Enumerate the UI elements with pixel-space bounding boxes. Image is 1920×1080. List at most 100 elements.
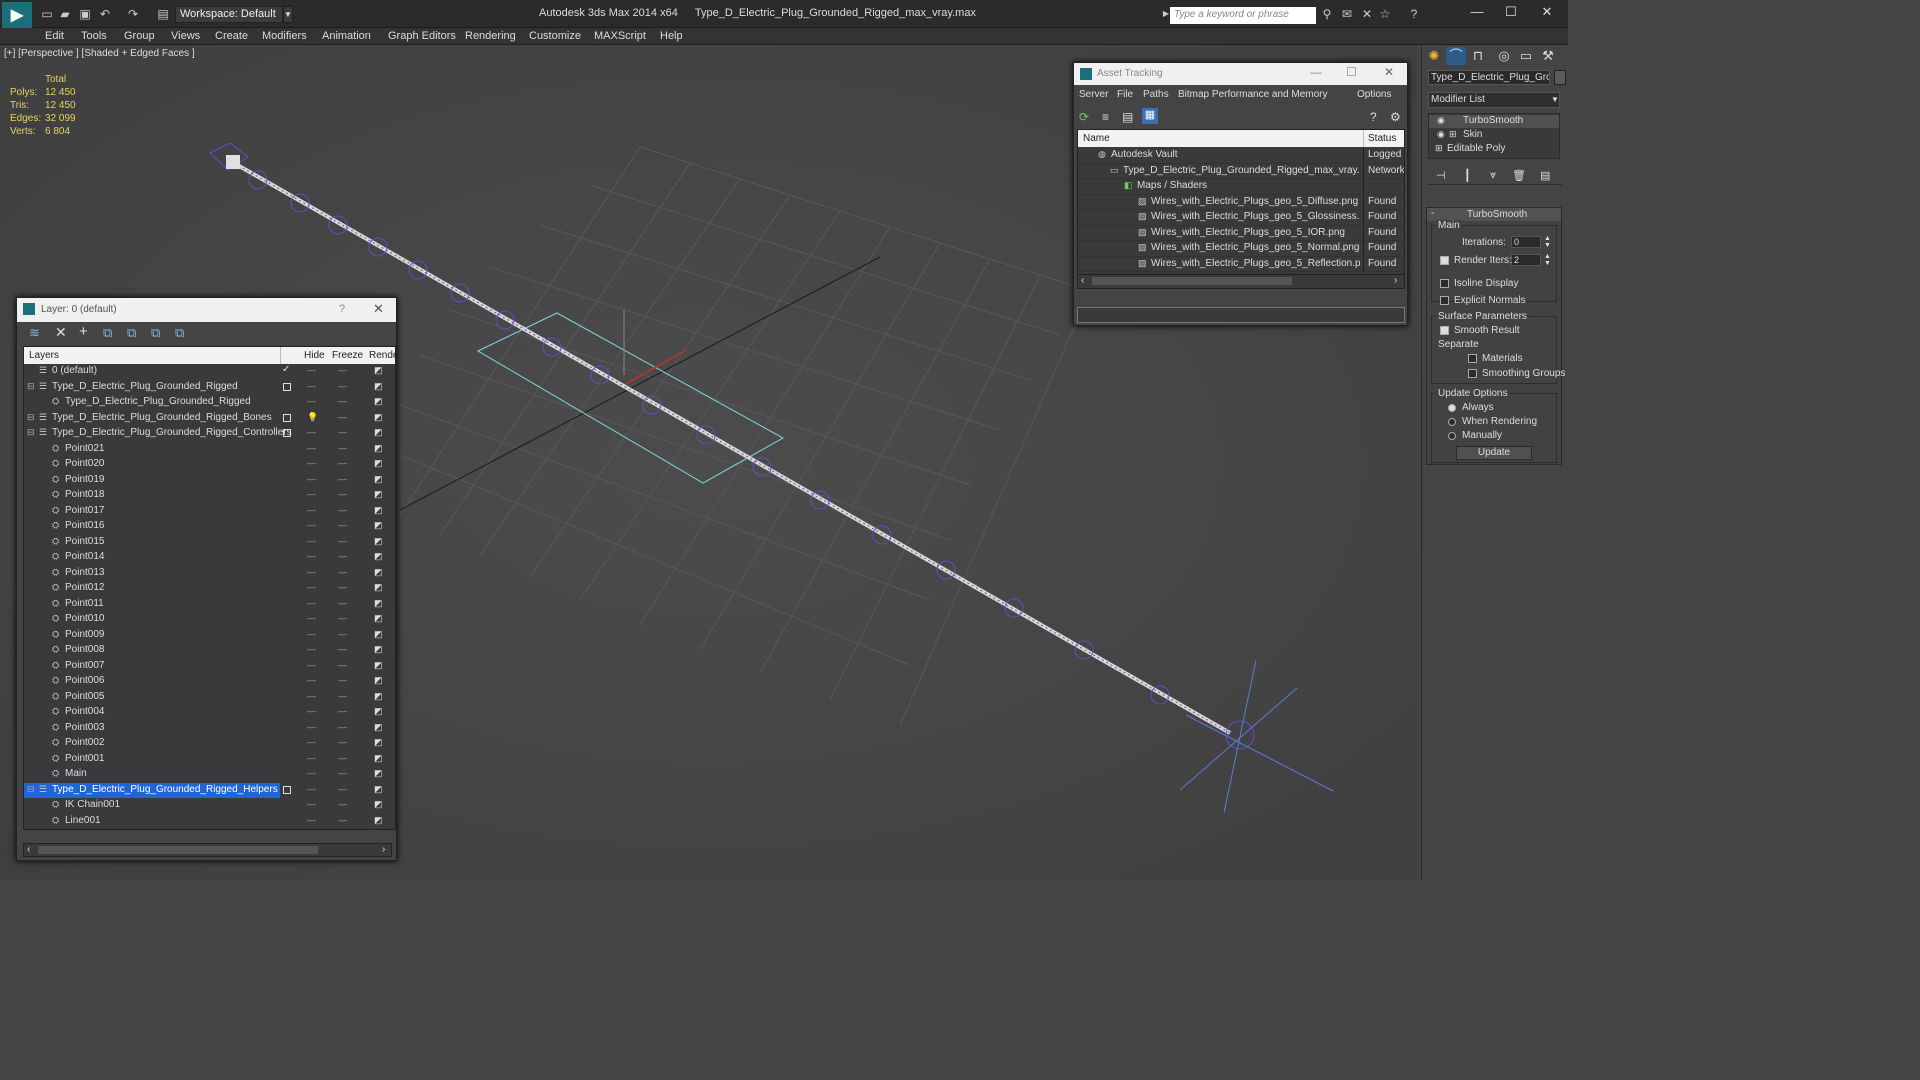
save-icon[interactable]: ▣ [78, 7, 92, 21]
column-name[interactable]: Name [1083, 133, 1110, 144]
help-icon[interactable]: ? [1407, 7, 1421, 21]
motion-tab-icon[interactable]: ◎ [1494, 47, 1514, 65]
close-button[interactable]: ✕ [1384, 65, 1394, 79]
menu-group[interactable]: Group [124, 28, 155, 45]
render-iters-spinner[interactable]: 2 [1511, 254, 1541, 266]
layer-list[interactable]: Layers Hide Freeze Rende ☰ 0 (default) ✓ ––… [23, 346, 396, 830]
render-teapot-icon[interactable]: ◩ [374, 660, 383, 671]
render-iters-checkbox[interactable] [1440, 256, 1449, 265]
lightbulb-icon[interactable]: ◉ [1437, 115, 1445, 126]
layer-row[interactable]: ⛭ Line001 –– –– ◩ [24, 814, 395, 830]
asset-row[interactable]: ▨ Wires_with_Electric_Plugs_geo_5_Reflect… [1078, 256, 1404, 272]
pin-stack-icon[interactable]: ⊣ [1436, 169, 1446, 182]
minimize-button[interactable]: — [1462, 4, 1492, 22]
freeze-toggle[interactable]: –– [338, 520, 347, 530]
freeze-toggle[interactable]: –– [338, 551, 347, 561]
render-teapot-icon[interactable]: ◩ [374, 613, 383, 624]
hide-toggle[interactable]: –– [307, 706, 316, 716]
refresh-icon[interactable]: ⟳ [1079, 110, 1089, 124]
layer-row[interactable]: ⛭ Point004 –– –– ◩ [24, 705, 395, 721]
menu-graph-editors[interactable]: Graph Editors [388, 28, 456, 45]
render-teapot-icon[interactable]: ◩ [374, 443, 383, 454]
asset-row[interactable]: ▭ Type_D_Electric_Plug_Grounded_Rigged_ma… [1078, 163, 1404, 179]
close-button[interactable]: ✕ [1532, 4, 1562, 22]
hide-toggle[interactable]: –– [307, 598, 316, 608]
render-teapot-icon[interactable]: ◩ [374, 706, 383, 717]
set-current-layer-box[interactable] [283, 429, 291, 437]
hide-toggle[interactable]: –– [307, 443, 316, 453]
column-status[interactable]: Status [1368, 133, 1396, 144]
column-freeze[interactable]: Freeze [332, 350, 363, 361]
update-button[interactable]: Update [1456, 446, 1532, 460]
layer-row[interactable]: ⛭ Type_D_Electric_Plug_Grounded_Rigged –– –… [24, 395, 395, 411]
asset-row[interactable]: ▨ Wires_with_Electric_Plugs_geo_5_IOR.png… [1078, 225, 1404, 241]
render-teapot-icon[interactable]: ◩ [374, 722, 383, 733]
chevron-down-icon[interactable]: ▼ [283, 6, 293, 23]
menu-modifiers[interactable]: Modifiers [262, 28, 307, 45]
smooth-result-checkbox[interactable] [1440, 326, 1449, 335]
hide-toggle[interactable]: –– [307, 474, 316, 484]
layer-row[interactable]: ⛭ Point014 –– –– ◩ [24, 550, 395, 566]
set-current-layer-box[interactable] [283, 413, 291, 422]
render-teapot-icon[interactable]: ◩ [374, 427, 383, 438]
collapse-icon[interactable]: ⊟ [27, 784, 35, 795]
modifier-stack[interactable]: ◉ TurboSmooth ◉ ⊞ Skin ⊞ Editable Poly [1428, 113, 1560, 159]
render-teapot-icon[interactable]: ◩ [374, 598, 383, 609]
create-tab-icon[interactable]: ✺ [1424, 47, 1444, 65]
always-radio[interactable] [1448, 404, 1456, 412]
layer-row[interactable]: ⊟ ☰ Type_D_Electric_Plug_Grounded_Rigged_H… [24, 782, 383, 798]
render-teapot-icon[interactable]: ◩ [374, 520, 383, 531]
asset-list[interactable]: Name Status ◍ Autodesk Vault Logged C ▭ Type… [1077, 129, 1405, 289]
explicit-normals-checkbox[interactable] [1440, 296, 1449, 305]
render-teapot-icon[interactable]: ◩ [374, 753, 383, 764]
maximize-button[interactable]: ☐ [1346, 65, 1357, 79]
hide-toggle[interactable]: –– [307, 768, 316, 778]
lightbulb-icon[interactable]: ◉ [1437, 129, 1445, 140]
set-current-layer-box[interactable] [283, 785, 291, 794]
select-objects-icon[interactable]: ⧉ [103, 325, 112, 341]
hide-toggle[interactable]: –– [307, 660, 316, 670]
menu-tools[interactable]: Tools [81, 28, 107, 45]
maximize-button[interactable]: ☐ [1496, 4, 1526, 22]
expand-icon[interactable]: ⊞ [1435, 143, 1443, 154]
collapse-icon[interactable]: ⊟ [27, 381, 35, 392]
hide-toggle[interactable]: –– [307, 722, 316, 732]
render-teapot-icon[interactable]: ◩ [374, 551, 383, 562]
freeze-toggle[interactable]: –– [338, 629, 347, 639]
object-name-field[interactable]: Type_D_Electric_Plug_Grounde [1428, 70, 1550, 85]
layer-row[interactable]: ⊟ ☰ Type_D_Electric_Plug_Grounded_Rigged_C… [24, 426, 395, 442]
layer-row[interactable]: ⛭ Point002 –– –– ◩ [24, 736, 395, 752]
undo-icon[interactable]: ↶ [98, 7, 112, 21]
layer-row[interactable]: ⛭ Point012 –– –– ◩ [24, 581, 395, 597]
layer-row[interactable]: ⛭ Point016 –– –– ◩ [24, 519, 395, 535]
hide-toggle[interactable]: –– [307, 815, 316, 825]
layer-row[interactable]: ⛭ Point019 –– –– ◩ [24, 473, 395, 489]
favorites-star-icon[interactable]: ☆ [1378, 7, 1392, 21]
hide-toggle[interactable]: –– [307, 799, 316, 809]
render-teapot-icon[interactable]: ◩ [374, 396, 383, 407]
hide-toggle[interactable]: –– [307, 629, 316, 639]
layer-row[interactable]: ⛭ Main –– –– ◩ [24, 767, 395, 783]
scroll-right-icon[interactable]: › [382, 844, 385, 855]
menu-customize[interactable]: Customize [529, 28, 581, 45]
hide-toggle[interactable]: –– [307, 691, 316, 701]
freeze-toggle[interactable]: –– [338, 784, 347, 794]
freeze-toggle[interactable]: –– [338, 443, 347, 453]
freeze-toggle[interactable]: –– [338, 815, 347, 825]
hide-toggle[interactable]: –– [307, 458, 316, 468]
freeze-toggle[interactable]: –– [338, 567, 347, 577]
render-teapot-icon[interactable]: ◩ [374, 675, 383, 686]
asset-menu-server[interactable]: Server [1079, 89, 1108, 100]
freeze-toggle[interactable]: –– [338, 737, 347, 747]
modifier-list-dropdown[interactable]: Modifier List [1428, 92, 1560, 108]
layer-row[interactable]: ⛭ Point001 –– –– ◩ [24, 752, 395, 768]
render-teapot-icon[interactable]: ◩ [374, 489, 383, 500]
manually-radio[interactable] [1448, 432, 1456, 440]
menu-help[interactable]: Help [660, 28, 683, 45]
render-teapot-icon[interactable]: ◩ [374, 691, 383, 702]
hide-toggle[interactable]: –– [307, 613, 316, 623]
layer-row[interactable]: ⛭ Point010 –– –– ◩ [24, 612, 395, 628]
collapse-icon[interactable]: ⊟ [27, 412, 35, 423]
layer-row[interactable]: ⛭ Point018 –– –– ◩ [24, 488, 395, 504]
plug-head[interactable] [226, 155, 240, 169]
